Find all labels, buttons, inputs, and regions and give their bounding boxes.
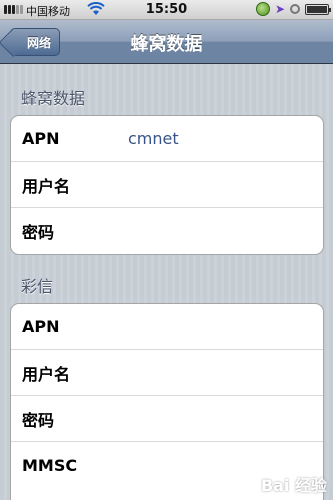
status-bar: 中国移动 15:50 ➤ (0, 0, 333, 20)
field-label: 密码 (22, 223, 55, 242)
field-label: MMSC (22, 455, 78, 475)
field-value: cmnet (128, 129, 179, 148)
username-field[interactable]: 用户名 (11, 162, 323, 208)
page-title: 蜂窝数据 (130, 34, 203, 55)
location-arrow-icon: ➤ (274, 2, 285, 16)
field-label: 密码 (22, 410, 55, 430)
field-label: 用户名 (22, 176, 71, 196)
mms-username-field[interactable]: 用户名 (11, 350, 323, 396)
mms-password-field[interactable]: 密码 (11, 396, 323, 442)
cellular-data-group: APN cmnet 用户名 密码 (10, 115, 324, 255)
battery-icon (305, 3, 331, 15)
section-header-mms: 彩信 (21, 277, 54, 296)
apn-field[interactable]: APN cmnet (11, 116, 323, 162)
field-label: 用户名 (22, 364, 71, 384)
field-label: APN (22, 129, 60, 148)
mms-group: APN 用户名 密码 MMSC (10, 303, 324, 500)
watermark: Bai 经验 (260, 476, 327, 495)
app-orb-icon (255, 2, 270, 16)
field-label: APN (22, 317, 60, 336)
password-field[interactable]: 密码 (11, 208, 323, 254)
navigation-bar: 网络 蜂窝数据 (0, 20, 333, 64)
mms-apn-field[interactable]: APN (11, 304, 323, 350)
section-header-cellular: 蜂窝数据 (21, 89, 86, 108)
rotation-lock-icon (290, 4, 300, 14)
